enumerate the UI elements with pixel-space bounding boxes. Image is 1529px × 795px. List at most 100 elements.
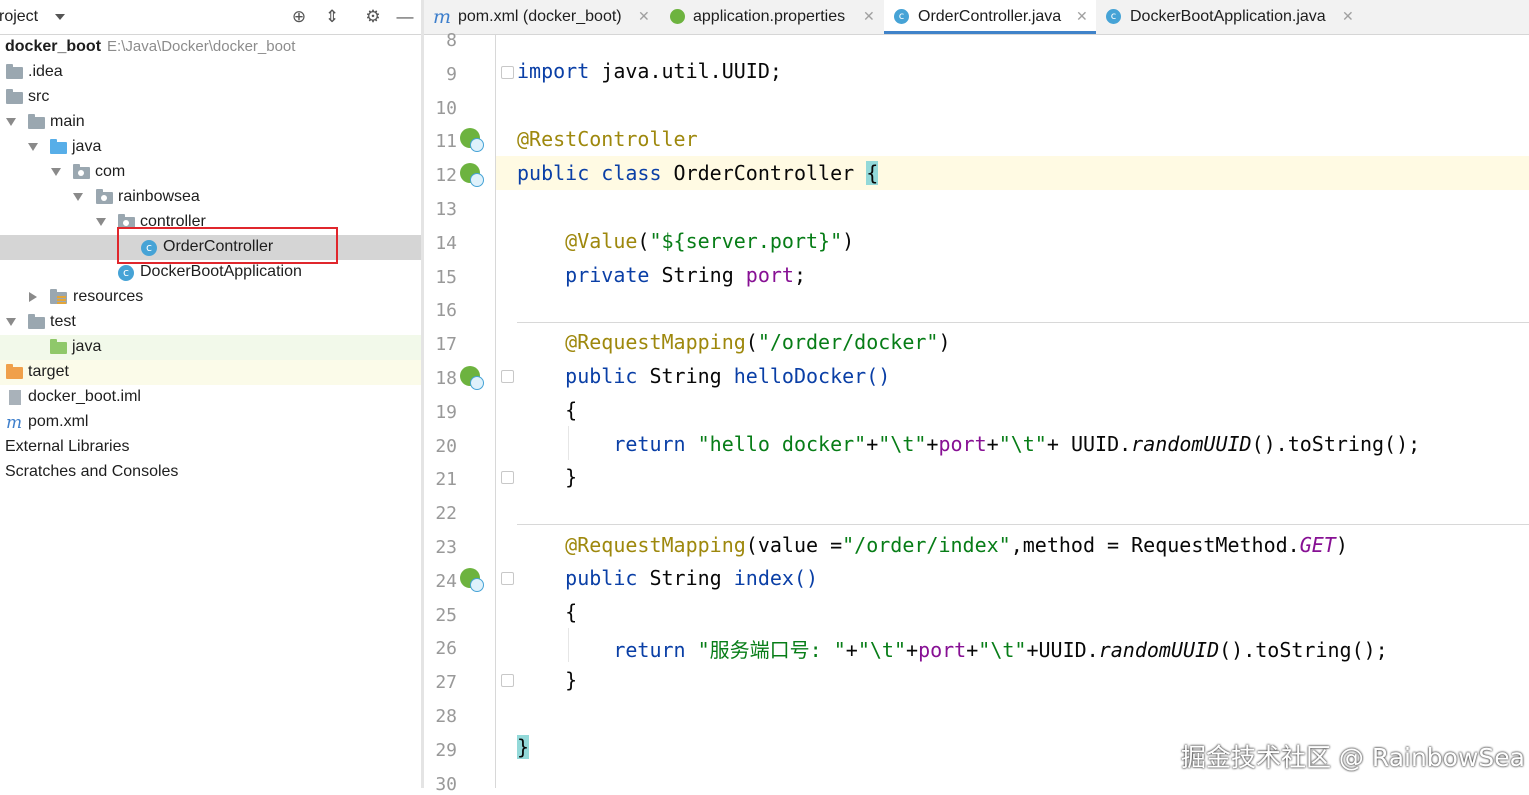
tree-item-src[interactable]: src bbox=[0, 85, 421, 110]
tab-label: DockerBootApplication.java bbox=[1130, 8, 1326, 25]
tree-item-label: External Libraries bbox=[5, 438, 130, 455]
expand-arrow-icon[interactable] bbox=[73, 193, 83, 201]
line-number: 12 bbox=[435, 165, 457, 186]
package-icon bbox=[73, 164, 90, 179]
tree-item-resources[interactable]: resources bbox=[0, 285, 421, 310]
line-number: 25 bbox=[435, 605, 457, 626]
line-number: 26 bbox=[435, 638, 457, 659]
folder-icon bbox=[6, 89, 23, 104]
folder-icon bbox=[28, 314, 45, 329]
tab-docker-boot-application[interactable]: c DockerBootApplication.java ✕ bbox=[1096, 0, 1366, 34]
line-number: 20 bbox=[435, 436, 457, 457]
minimize-icon[interactable]: — bbox=[394, 6, 416, 28]
code-line-26: return "服务端口号: "+"\t"+port+"\t"+UUID.ran… bbox=[613, 638, 1388, 662]
code-line-15: private String port; bbox=[565, 263, 807, 287]
tab-application-properties[interactable]: application.properties ✕ bbox=[662, 0, 884, 34]
module-file-icon bbox=[9, 390, 21, 405]
tree-item-label: test bbox=[50, 313, 76, 330]
crosshair-icon[interactable]: ⊕ bbox=[288, 6, 310, 28]
expand-arrow-icon[interactable] bbox=[96, 218, 106, 226]
code-line-20: return "hello docker"+"\t"+port+"\t"+ UU… bbox=[613, 432, 1421, 456]
tree-item-idea[interactable]: .idea bbox=[0, 60, 421, 85]
tree-item-java[interactable]: java bbox=[0, 135, 421, 160]
tree-item-docker-boot[interactable]: docker_boot E:\Java\Docker\docker_boot bbox=[0, 35, 421, 60]
tree-item-test-java[interactable]: java bbox=[0, 335, 421, 360]
code-line-18: public String helloDocker() bbox=[565, 364, 891, 388]
tree-item-label: docker_boot.iml bbox=[28, 388, 141, 405]
code-line-12: public class OrderController { bbox=[517, 161, 879, 185]
line-number: 17 bbox=[435, 334, 457, 355]
collapsed-arrow-icon[interactable] bbox=[29, 292, 37, 302]
line-number: 24 bbox=[435, 571, 457, 592]
tree-item-label: target bbox=[28, 363, 69, 380]
tree-item-label: resources bbox=[73, 288, 144, 305]
code-line-14: @Value("${server.port}") bbox=[565, 229, 855, 253]
maven-icon: m bbox=[6, 413, 23, 433]
tree-item-label: docker_boot bbox=[5, 38, 102, 55]
spring-config-icon bbox=[670, 9, 685, 24]
close-icon[interactable]: ✕ bbox=[1076, 8, 1088, 25]
request-mapping-icon[interactable] bbox=[460, 568, 484, 592]
line-number: 15 bbox=[435, 267, 457, 288]
matched-brace: } bbox=[517, 735, 530, 759]
project-panel: roject ⊕ ⇕ ⚙ — docker_boot E:\Java\Docker… bbox=[0, 0, 421, 788]
tree-item-label: java bbox=[72, 138, 102, 155]
code-line-11: @RestController bbox=[517, 127, 698, 151]
line-number: 29 bbox=[435, 740, 457, 761]
close-icon[interactable]: ✕ bbox=[863, 8, 875, 25]
spring-bean-icon[interactable] bbox=[460, 128, 484, 152]
line-number: 14 bbox=[435, 233, 457, 254]
line-number: 22 bbox=[435, 503, 457, 524]
project-view-title[interactable]: roject bbox=[0, 8, 38, 26]
expand-arrow-icon[interactable] bbox=[51, 168, 61, 176]
tree-item-label: DockerBootApplication bbox=[140, 263, 302, 280]
tree-item-rainbowsea[interactable]: rainbowsea bbox=[0, 185, 421, 210]
gear-icon[interactable]: ⚙ bbox=[362, 6, 384, 28]
code-line-24: public String index() bbox=[565, 566, 819, 590]
test-folder-icon bbox=[50, 339, 67, 354]
tree-item-scratches[interactable]: Scratches and Consoles bbox=[0, 460, 421, 485]
tree-item-target[interactable]: target bbox=[0, 360, 421, 385]
tab-label: pom.xml (docker_boot) bbox=[458, 8, 622, 25]
package-icon bbox=[96, 189, 113, 204]
line-number: 27 bbox=[435, 672, 457, 693]
tree-item-test[interactable]: test bbox=[0, 310, 421, 335]
chevron-down-icon[interactable] bbox=[55, 14, 65, 20]
watermark: 掘金技术社区 @ RainbowSea bbox=[1180, 743, 1525, 772]
code-line-27: } bbox=[565, 668, 578, 692]
close-icon[interactable]: ✕ bbox=[638, 8, 650, 25]
tree-item-iml[interactable]: docker_boot.iml bbox=[0, 385, 421, 410]
tab-pom-xml[interactable]: m pom.xml (docker_boot) ✕ bbox=[424, 0, 662, 34]
tree-item-main[interactable]: main bbox=[0, 110, 421, 135]
line-number: 23 bbox=[435, 537, 457, 558]
selection-highlight-box bbox=[117, 227, 338, 264]
line-number: 9 bbox=[446, 64, 457, 85]
tree-item-com[interactable]: com bbox=[0, 160, 421, 185]
line-number: 18 bbox=[435, 368, 457, 389]
line-number: 28 bbox=[435, 706, 457, 727]
code-line-19: { bbox=[565, 398, 578, 422]
excluded-folder-icon bbox=[6, 364, 23, 379]
tab-order-controller[interactable]: c OrderController.java ✕ bbox=[884, 0, 1096, 34]
line-number: 8 bbox=[446, 30, 457, 51]
code-line-9: import java.util.UUID; bbox=[517, 59, 782, 83]
spring-bean-icon[interactable] bbox=[460, 163, 484, 187]
code-line-25: { bbox=[565, 600, 578, 624]
request-mapping-icon[interactable] bbox=[460, 366, 484, 390]
editor-tab-bar: m pom.xml (docker_boot) ✕ application.pr… bbox=[424, 0, 1529, 35]
expand-arrow-icon[interactable] bbox=[6, 318, 16, 326]
tree-item-pom[interactable]: m pom.xml bbox=[0, 410, 421, 435]
folder-icon bbox=[6, 64, 23, 79]
tree-item-label: Scratches and Consoles bbox=[5, 463, 179, 480]
close-icon[interactable]: ✕ bbox=[1342, 8, 1354, 25]
expand-arrow-icon[interactable] bbox=[28, 143, 38, 151]
tree-item-label: main bbox=[50, 113, 85, 130]
spring-boot-class-icon: c bbox=[118, 265, 134, 281]
collapse-all-icon[interactable]: ⇕ bbox=[321, 6, 343, 28]
expand-arrow-icon[interactable] bbox=[6, 118, 16, 126]
tree-item-label: pom.xml bbox=[28, 413, 89, 430]
code-line-17: @RequestMapping("/order/docker") bbox=[565, 330, 951, 354]
line-number: 19 bbox=[435, 402, 457, 423]
tree-item-external-libraries[interactable]: External Libraries bbox=[0, 435, 421, 460]
tab-label: application.properties bbox=[693, 8, 846, 25]
